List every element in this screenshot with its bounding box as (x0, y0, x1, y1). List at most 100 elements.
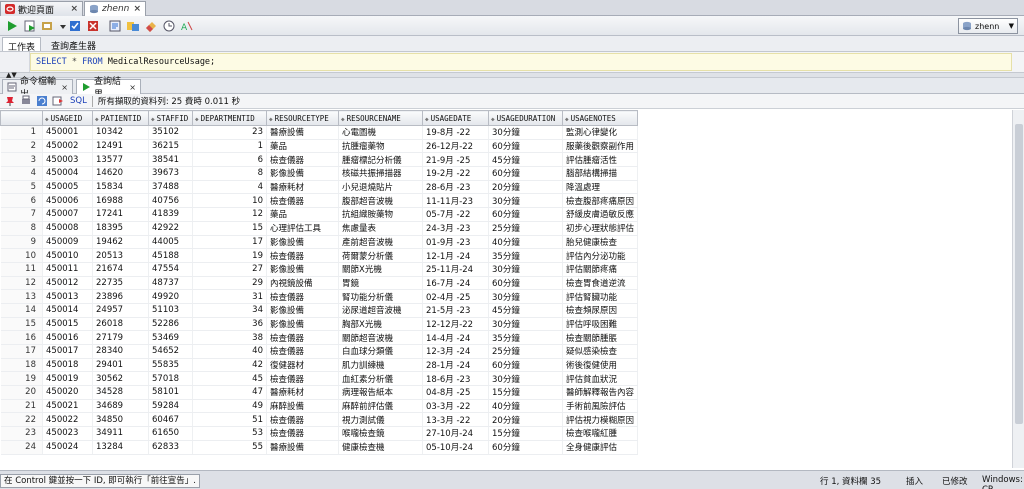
table-cell[interactable]: 26-12月-22 (422, 139, 489, 154)
table-cell[interactable]: 41839 (148, 207, 193, 222)
table-cell[interactable]: 17241 (92, 207, 149, 222)
table-row[interactable]: 11 450011 21674 47554 27 影像設備 關節X光機 25-11月-24 30… (0, 262, 639, 277)
rollback-icon[interactable] (86, 19, 100, 33)
table-cell[interactable]: 27 (192, 262, 267, 277)
table-cell[interactable]: 13577 (92, 152, 149, 168)
sql-line[interactable]: SELECT * FROM MedicalResourceUsage; (30, 53, 1012, 71)
table-cell[interactable]: 17 (192, 235, 267, 250)
sql-link[interactable]: SQL (70, 96, 87, 106)
column-header-resourcetype[interactable]: ◆ RESOURCETYPE (266, 110, 339, 126)
table-cell[interactable]: 檢查胃食道逆流 (562, 276, 639, 291)
table-cell[interactable]: 檢查腹部疼痛原因 (562, 193, 639, 209)
table-cell[interactable]: 病理報告紙本 (338, 385, 423, 400)
table-cell[interactable]: 影像設備 (266, 166, 339, 181)
table-cell[interactable]: 38541 (148, 152, 193, 168)
connection-select[interactable]: zhenn ▼ (958, 18, 1018, 34)
table-cell[interactable]: 焦慮量表 (338, 221, 423, 236)
pin-icon[interactable] (4, 95, 16, 107)
table-cell[interactable]: 34 (192, 303, 267, 318)
table-cell[interactable]: 胸部X光機 (338, 317, 423, 332)
table-cell[interactable]: 評估內分泌功能 (562, 248, 639, 263)
table-cell[interactable]: 450024 (42, 440, 93, 455)
table-cell[interactable]: 52286 (148, 317, 193, 332)
table-cell[interactable]: 21-5月 -23 (422, 303, 489, 318)
table-cell[interactable]: 55835 (148, 358, 193, 373)
table-cell[interactable]: 舒緩皮膚過敏反應 (562, 207, 639, 222)
table-cell[interactable]: 關節超音波機 (338, 330, 423, 345)
export-icon[interactable] (52, 95, 64, 107)
table-cell[interactable]: 復健器材 (266, 358, 339, 373)
table-cell[interactable]: 12491 (92, 139, 149, 154)
table-cell[interactable]: 麻醉前評估儀 (338, 399, 423, 414)
table-cell[interactable]: 45 (192, 371, 267, 387)
table-cell[interactable]: 450008 (42, 221, 93, 236)
tab-welcome[interactable]: 歡迎頁面 × (0, 1, 83, 16)
table-cell[interactable]: 評估關節疼痛 (562, 262, 639, 277)
table-cell[interactable]: 檢查儀器 (266, 330, 339, 345)
run-statement-icon[interactable] (5, 19, 19, 33)
table-cell[interactable]: 60分鐘 (488, 358, 563, 373)
close-icon[interactable]: × (129, 83, 136, 92)
table-cell[interactable]: 檢查頻尿原因 (562, 303, 639, 318)
format-icon[interactable]: A (180, 19, 194, 33)
table-cell[interactable]: 影像設備 (266, 303, 339, 318)
table-cell[interactable]: 全身健康評估 (562, 440, 639, 455)
table-cell[interactable]: 450017 (42, 344, 93, 359)
table-cell[interactable]: 初步心理狀態評估 (562, 221, 639, 236)
table-cell[interactable]: 40756 (148, 193, 193, 209)
table-cell[interactable]: 15 (192, 221, 267, 236)
table-cell[interactable]: 評估視力模糊原因 (562, 412, 639, 428)
table-cell[interactable]: 腫瘤標記分析儀 (338, 152, 423, 168)
table-cell[interactable]: 10342 (92, 125, 149, 140)
table-cell[interactable]: 53 (192, 426, 267, 441)
table-cell[interactable]: 疑似感染檢查 (562, 344, 639, 359)
tab-connection[interactable]: zhenn × (84, 1, 146, 16)
scrollbar-thumb[interactable] (1015, 124, 1023, 424)
table-cell[interactable]: 抗組織胺藥物 (338, 207, 423, 222)
table-cell[interactable]: 450015 (42, 317, 93, 332)
table-cell[interactable]: 12-1月 -24 (422, 248, 489, 263)
table-cell[interactable]: 39673 (148, 166, 193, 181)
table-row[interactable]: 13 450013 23896 49920 31 檢查儀器 腎功能分析儀 02-4月 -25 3… (0, 289, 639, 304)
table-cell[interactable]: 45188 (148, 248, 193, 263)
table-cell[interactable]: 53469 (148, 330, 193, 345)
table-cell[interactable]: 24957 (92, 303, 149, 318)
table-cell[interactable]: 心電圖機 (338, 125, 423, 140)
table-row[interactable]: 16 450016 27179 53469 38 檢查儀器 關節超音波機 14-4月 -24 3… (0, 330, 639, 345)
table-cell[interactable]: 59284 (148, 399, 193, 414)
table-cell[interactable]: 49920 (148, 289, 193, 304)
table-cell[interactable]: 白血球分類儀 (338, 344, 423, 359)
table-cell[interactable]: 28-6月 -23 (422, 180, 489, 195)
table-cell[interactable]: 450004 (42, 166, 93, 181)
table-cell[interactable]: 29 (192, 276, 267, 291)
table-cell[interactable]: 健康檢查機 (338, 440, 423, 455)
table-cell[interactable]: 35分鐘 (488, 330, 563, 345)
eraser-icon[interactable] (144, 19, 158, 33)
table-cell[interactable]: 450019 (42, 371, 93, 387)
table-row[interactable]: 24 450024 13284 62833 55 醫療設備 健康檢查機 05-10月-24 60… (0, 440, 639, 455)
table-row[interactable]: 12 450012 22735 48737 29 內視鏡設備 胃鏡 16-7月 -24 60分鐘… (0, 276, 639, 291)
table-cell[interactable]: 10 (192, 193, 267, 209)
table-cell[interactable]: 26018 (92, 317, 149, 332)
table-cell[interactable]: 25-11月-24 (422, 262, 489, 277)
table-cell[interactable]: 24-3月 -23 (422, 221, 489, 236)
table-cell[interactable]: 胎兒健康檢查 (562, 235, 639, 250)
table-cell[interactable]: 450021 (42, 399, 93, 414)
table-cell[interactable]: 36 (192, 317, 267, 332)
table-cell[interactable]: 450003 (42, 152, 93, 168)
table-cell[interactable]: 1 (192, 139, 267, 154)
table-cell[interactable]: 22735 (92, 276, 149, 291)
tab-query-result[interactable]: 查詢結果 × (76, 77, 141, 100)
table-cell[interactable]: 05-7月 -22 (422, 207, 489, 222)
table-cell[interactable]: 產前超音波機 (338, 235, 423, 250)
table-cell[interactable]: 關節X光機 (338, 262, 423, 277)
table-cell[interactable]: 34850 (92, 412, 149, 428)
table-cell[interactable]: 藥品 (266, 139, 339, 154)
table-cell[interactable]: 450009 (42, 235, 93, 250)
table-cell[interactable]: 14-4月 -24 (422, 330, 489, 345)
table-row[interactable]: 2 450002 12491 36215 1 藥品 抗腫瘤藥物 26-12月-22 60分鐘 服藥… (0, 139, 639, 154)
refresh-icon[interactable] (36, 95, 48, 107)
table-cell[interactable]: 19-2月 -22 (422, 166, 489, 181)
table-cell[interactable]: 30分鐘 (488, 289, 563, 304)
table-cell[interactable]: 47554 (148, 262, 193, 277)
